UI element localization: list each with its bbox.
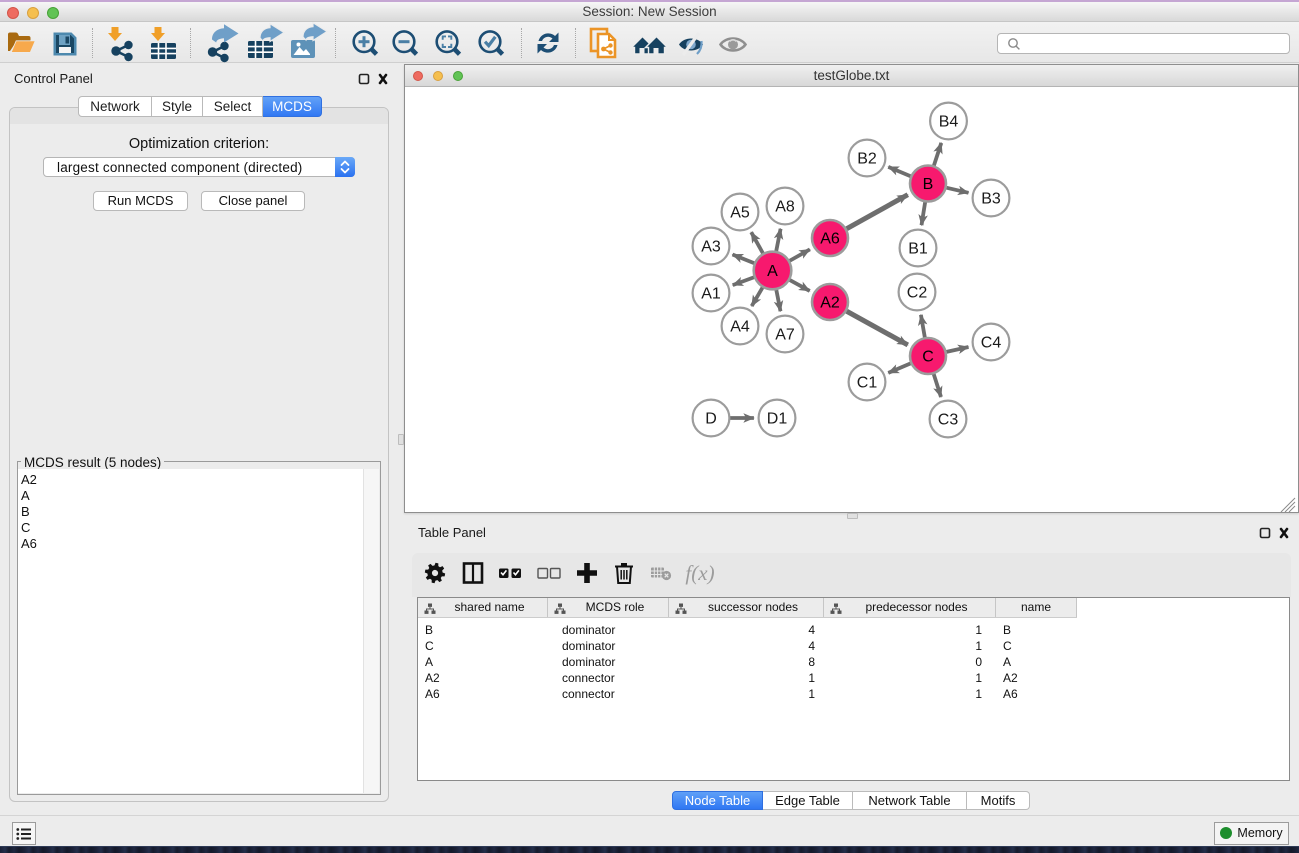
svg-text:A5: A5 <box>730 205 750 222</box>
svg-text:C4: C4 <box>981 335 1002 352</box>
svg-text:B: B <box>923 176 934 193</box>
svg-text:C2: C2 <box>907 285 928 302</box>
svg-text:A3: A3 <box>701 239 721 256</box>
svg-text:A2: A2 <box>820 295 840 312</box>
svg-text:A4: A4 <box>730 319 750 336</box>
svg-text:A: A <box>767 263 778 280</box>
svg-text:C: C <box>922 349 934 366</box>
svg-text:A7: A7 <box>775 327 795 344</box>
svg-text:C3: C3 <box>938 412 959 429</box>
svg-text:C1: C1 <box>857 375 878 392</box>
svg-text:D: D <box>705 411 717 428</box>
svg-text:f(x): f(x) <box>685 561 714 585</box>
svg-text:B2: B2 <box>857 151 877 168</box>
svg-text:A8: A8 <box>775 199 795 216</box>
svg-text:D1: D1 <box>767 411 788 428</box>
svg-text:A6: A6 <box>820 231 840 248</box>
svg-text:B1: B1 <box>908 241 928 258</box>
svg-text:B4: B4 <box>939 114 959 131</box>
svg-text:A1: A1 <box>701 286 721 303</box>
svg-text:B3: B3 <box>981 191 1001 208</box>
